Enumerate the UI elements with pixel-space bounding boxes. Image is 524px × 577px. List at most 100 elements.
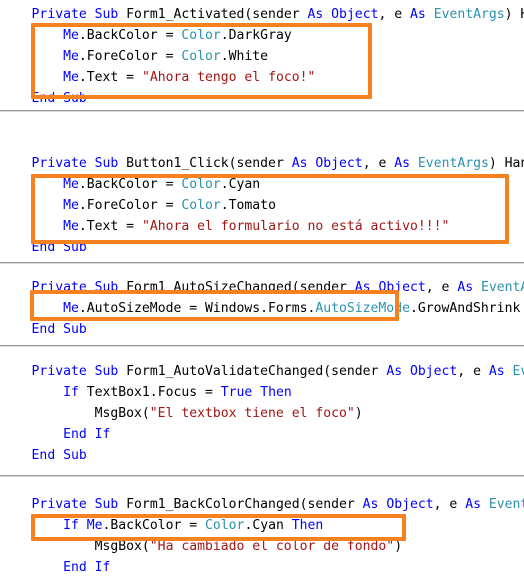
token-pln	[87, 427, 95, 442]
token-kw: Me	[86, 518, 103, 533]
token-kw: End	[31, 240, 56, 255]
token-pln: .Text =	[78, 219, 142, 234]
token-kw: If	[63, 385, 79, 400]
token-str: "El textbox tiene el foco"	[149, 406, 355, 421]
token-kw: As	[354, 280, 371, 295]
token-kw: Object	[331, 7, 379, 22]
token-kw: Sub	[94, 364, 119, 379]
code-line[interactable]: Me.BackColor = Color.Cyan	[0, 174, 524, 195]
token-pln	[87, 364, 95, 379]
token-pln: .DarkGray	[220, 28, 292, 43]
token-kw: End	[31, 322, 56, 337]
code-line[interactable]: Private Sub Form1_AutoValidateChanged(se…	[0, 361, 524, 382]
token-kw: As	[307, 7, 324, 22]
token-kw: Me	[63, 198, 79, 213]
code-line[interactable]: End Sub	[0, 237, 524, 258]
token-pln	[87, 7, 95, 22]
code-line[interactable]: End Sub	[0, 319, 524, 340]
token-pln: , e	[457, 364, 489, 379]
token-kw: End	[63, 560, 87, 575]
token-kw: Private	[31, 280, 87, 295]
token-typ: Color	[181, 198, 221, 213]
token-kw: As	[410, 7, 426, 22]
code-line[interactable]: Me.Text = "Ahora tengo el foco!"	[0, 67, 524, 88]
code-block-button1-click-handler[interactable]: Private Sub Button1_Click(sender As Obje…	[0, 153, 524, 258]
token-kw: If	[63, 518, 79, 533]
code-line[interactable]: End If	[0, 557, 524, 577]
token-pln: ) Handles MyBase.Activated	[504, 7, 524, 22]
token-kw: Sub	[94, 280, 119, 295]
token-pln	[505, 364, 513, 379]
token-pln	[55, 240, 63, 255]
token-kw: End	[31, 448, 56, 463]
code-line[interactable]: End Sub	[0, 445, 524, 466]
code-block-form1-autosizechanged-handler[interactable]: Private Sub Form1_AutoSizeChanged(sender…	[0, 277, 524, 340]
token-pln	[473, 280, 481, 295]
token-kw: Sub	[63, 91, 87, 106]
code-line[interactable]: If TextBox1.Focus = True Then	[0, 382, 524, 403]
token-typ: Color	[181, 177, 221, 192]
code-line[interactable]: Private Sub Form1_AutoSizeChanged(sender…	[0, 277, 524, 298]
token-kw: Private	[31, 497, 87, 512]
token-kw: True	[220, 385, 253, 400]
token-pln: Form1_AutoValidateChanged(sender	[118, 364, 387, 379]
token-kw: As	[362, 497, 379, 512]
code-line[interactable]: Me.ForeColor = Color.White	[0, 46, 524, 67]
code-block-form1-autovalidatechanged-handler[interactable]: Private Sub Form1_AutoValidateChanged(se…	[0, 361, 524, 466]
token-typ: EventArgs	[417, 156, 489, 171]
token-pln: .Cyan	[244, 518, 292, 533]
token-kw: Me	[63, 301, 79, 316]
code-line[interactable]: End If	[0, 424, 524, 445]
token-kw: Me	[63, 28, 79, 43]
token-kw: If	[94, 560, 111, 575]
code-line[interactable]: Me.ForeColor = Color.Tomato	[0, 195, 524, 216]
token-pln: )	[354, 406, 363, 421]
token-str: "Ahora el formulario no está activo!!!"	[141, 219, 450, 234]
code-line[interactable]: MsgBox("El textbox tiene el foco")	[0, 403, 524, 424]
token-kw: Sub	[63, 322, 87, 337]
token-kw: Then	[260, 385, 292, 400]
code-block-form1-activated-handler[interactable]: Private Sub Form1_Activated(sender As Ob…	[0, 4, 524, 109]
code-line[interactable]: Private Sub Form1_BackColorChanged(sende…	[0, 494, 524, 515]
separator-after-autosize	[0, 345, 524, 347]
token-pln: ) Handles Button1.Click	[488, 156, 524, 171]
token-pln: MsgBox(	[94, 539, 150, 554]
code-line[interactable]: Me.BackColor = Color.DarkGray	[0, 25, 524, 46]
code-line[interactable]: Me.Text = "Ahora el formulario no está a…	[0, 216, 524, 237]
token-pln: MsgBox(	[94, 406, 150, 421]
code-line[interactable]: End Sub	[0, 88, 524, 109]
code-line[interactable]: Me.AutoSizeMode = Windows.Forms.AutoSize…	[0, 298, 524, 319]
token-pln: .AutoSizeMode = Windows.Forms.	[78, 301, 316, 316]
token-kw: As	[465, 497, 481, 512]
code-block-form1-backcolorchanged-handler[interactable]: Private Sub Form1_BackColorChanged(sende…	[0, 494, 524, 577]
token-pln	[402, 364, 410, 379]
separator-after-activated	[0, 110, 524, 112]
token-kw: Me	[63, 219, 79, 234]
token-kw: Object	[315, 156, 363, 171]
token-typ: Color	[205, 518, 245, 533]
code-line[interactable]: Private Sub Form1_Activated(sender As Ob…	[0, 4, 524, 25]
code-line[interactable]: Private Sub Button1_Click(sender As Obje…	[0, 153, 524, 174]
token-pln	[87, 497, 95, 512]
token-kw: As	[488, 364, 505, 379]
token-pln	[87, 560, 95, 575]
token-pln: .BackColor =	[78, 28, 182, 43]
token-typ: EventArgs	[512, 364, 524, 379]
separator-after-autovalidate	[0, 475, 524, 477]
code-line[interactable]: If Me.BackColor = Color.Cyan Then	[0, 515, 524, 536]
token-kw: End	[63, 427, 87, 442]
token-pln	[55, 91, 63, 106]
code-line[interactable]: MsgBox("Ha cambiado el color de fondo")	[0, 536, 524, 557]
